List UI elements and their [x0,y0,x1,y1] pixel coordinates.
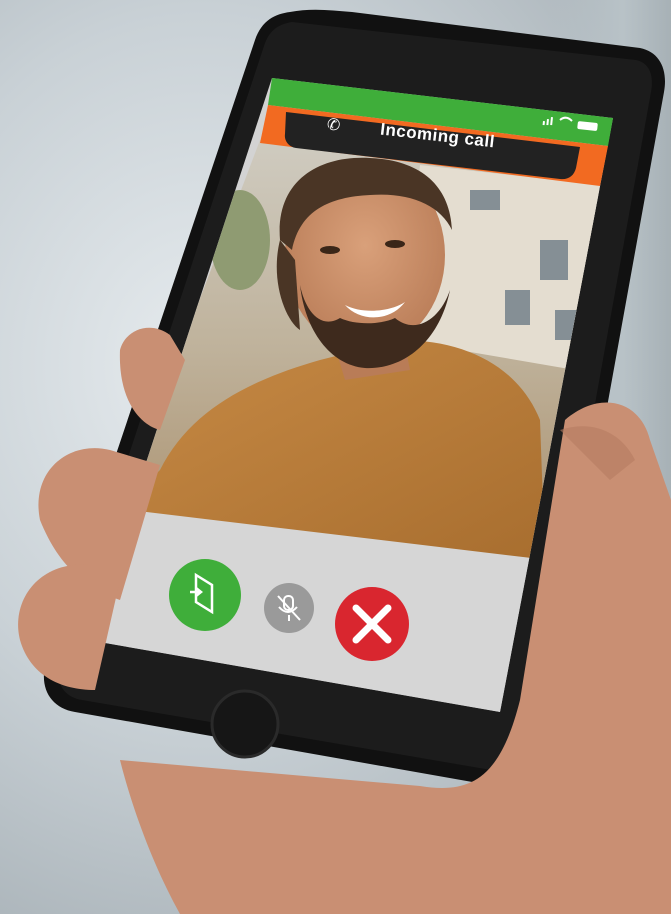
phone [18,9,671,914]
mute-button-hit[interactable] [264,583,314,633]
home-button-hit[interactable] [212,691,278,757]
reject-button-hit[interactable] [335,587,409,661]
phone-icon: ✆ [325,114,342,135]
open-door-button-hit[interactable] [169,559,241,631]
